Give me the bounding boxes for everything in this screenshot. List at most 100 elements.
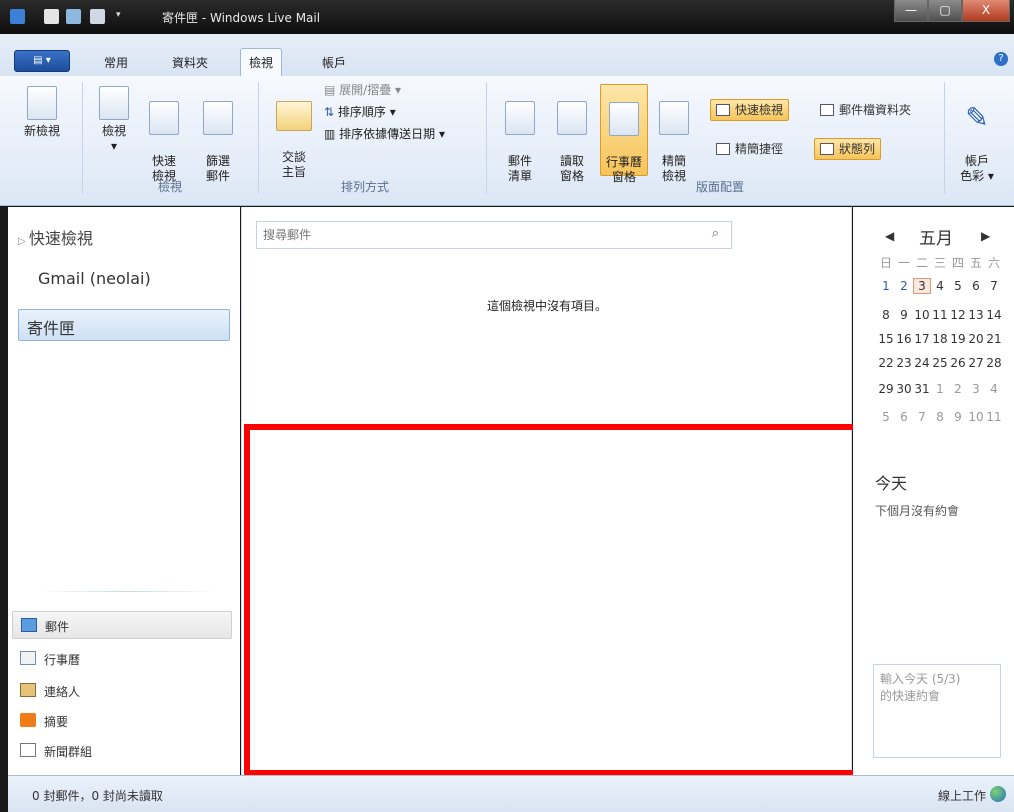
next-month-icon[interactable]: ▶	[981, 229, 990, 243]
ribbon-separator	[486, 82, 487, 194]
calendar-day[interactable]: 16	[895, 332, 913, 346]
calendar-day[interactable]: 21	[985, 332, 1003, 346]
calendar-week: 5 6 7 8 9 10 11	[877, 410, 1003, 424]
calendar-day[interactable]: 26	[949, 356, 967, 370]
status-bar: 0 封郵件，0 封尚未讀取 線上工作	[8, 775, 1014, 812]
calendar-day[interactable]: 23	[895, 356, 913, 370]
calendar-day-next-month[interactable]: 3	[967, 382, 985, 396]
calendar-day-next-month[interactable]: 2	[949, 382, 967, 396]
calendar-day[interactable]: 7	[985, 279, 1003, 293]
calendar-day[interactable]: 19	[949, 332, 967, 346]
calendar-day[interactable]: 8	[877, 308, 895, 322]
tab-home[interactable]: 常用	[96, 52, 136, 74]
calendar-day[interactable]: 1	[877, 279, 895, 293]
maximize-button[interactable]: ▢	[928, 0, 962, 22]
expand-collapse-button[interactable]: ▤ 展開/摺疊 ▾	[324, 82, 401, 98]
storage-folder-toggle[interactable]: 郵件檔資料夾	[814, 99, 917, 121]
calendar-day[interactable]: 17	[913, 332, 931, 346]
app-icon[interactable]	[10, 9, 25, 24]
conversations-button[interactable]: 交談 主旨	[268, 86, 320, 180]
quick-appointment-input[interactable]: 輸入今天 (5/3) 的快速約會	[873, 664, 1001, 758]
calendar-day-next-month[interactable]: 4	[985, 382, 1003, 396]
help-icon[interactable]: ?	[994, 52, 1008, 66]
calendar-day[interactable]: 4	[931, 279, 949, 293]
quick-views-toggle[interactable]: 快速檢視	[710, 99, 790, 121]
sort-by-button[interactable]: ▥ 排序依據傳送日期 ▾	[324, 126, 445, 142]
quick-view-button[interactable]: 快速 檢視	[146, 86, 182, 184]
view-icon	[99, 86, 129, 120]
calendar-day[interactable]: 27	[967, 356, 985, 370]
calendar-day[interactable]: 10	[913, 308, 931, 322]
calendar-day[interactable]: 11	[931, 308, 949, 322]
calendar-day-next-month[interactable]: 8	[931, 410, 949, 424]
calendar-day[interactable]: 12	[949, 308, 967, 322]
search-box[interactable]: ⌕	[256, 221, 732, 249]
calendar-day-next-month[interactable]: 7	[913, 410, 931, 424]
rss-icon	[20, 713, 36, 727]
online-status[interactable]: 線上工作	[938, 787, 986, 804]
search-icon[interactable]: ⌕	[712, 226, 719, 241]
prev-month-icon[interactable]: ◀	[885, 229, 894, 243]
no-appointments-text: 下個月沒有約會	[875, 504, 960, 518]
close-button[interactable]: X	[962, 0, 1010, 22]
calendar-day-next-month[interactable]: 6	[895, 410, 913, 424]
nav-mail[interactable]: 郵件	[12, 611, 232, 639]
sync-quick-icon[interactable]	[90, 9, 105, 24]
reading-pane-button[interactable]: 讀取 窗格	[550, 86, 594, 184]
calendar-day[interactable]: 30	[895, 382, 913, 396]
calendar-day[interactable]: 24	[913, 356, 931, 370]
calendar-day-next-month[interactable]: 9	[949, 410, 967, 424]
account-header[interactable]: Gmail (neolai)	[38, 269, 151, 288]
sort-order-button[interactable]: ⇅ 排序順序 ▾	[324, 104, 396, 120]
calendar-day[interactable]: 31	[913, 382, 931, 396]
tab-accounts[interactable]: 帳戶	[314, 52, 354, 74]
globe-icon[interactable]	[990, 786, 1006, 802]
calendar-day[interactable]: 14	[985, 308, 1003, 322]
storage-folder-toggle-icon	[820, 104, 834, 116]
filter-mail-button[interactable]: 篩選 郵件	[196, 86, 240, 184]
account-color-button[interactable]: ✎ 帳戶 色彩 ▾	[952, 86, 1002, 184]
search-input[interactable]	[263, 226, 683, 244]
calendar-day[interactable]: 18	[931, 332, 949, 346]
calendar-day[interactable]: 25	[931, 356, 949, 370]
window-title: 寄件匣 - Windows Live Mail	[162, 11, 321, 25]
calendar-day[interactable]: 6	[967, 279, 985, 293]
calendar-day[interactable]: 15	[877, 332, 895, 346]
calendar-day-next-month[interactable]: 10	[967, 410, 985, 424]
message-list-icon	[505, 101, 535, 135]
calendar-pane-button[interactable]: 行事曆 窗格	[600, 84, 648, 184]
compact-shortcuts-toggle-icon	[716, 143, 730, 155]
quick-views-header[interactable]: ▷ 快速檢視	[18, 225, 93, 249]
view-button[interactable]: 檢視 ▾	[96, 86, 132, 154]
reply-quick-icon[interactable]	[66, 9, 81, 24]
calendar-day-next-month[interactable]: 11	[985, 410, 1003, 424]
quick-access-dropdown-icon[interactable]: ▾	[116, 10, 121, 20]
calendar-day[interactable]: 13	[967, 308, 985, 322]
compact-view-button[interactable]: 精簡 檢視	[654, 86, 694, 184]
quick-views-toggle-icon	[716, 104, 730, 116]
calendar-day[interactable]: 9	[895, 308, 913, 322]
title-bar: ▾ 寄件匣 - Windows Live Mail — ▢ X	[0, 0, 1014, 34]
message-list-button[interactable]: 郵件 清單	[498, 86, 542, 184]
tab-folders[interactable]: 資料夾	[164, 52, 216, 74]
folder-outbox[interactable]: 寄件匣	[18, 309, 230, 341]
calendar-day[interactable]: 29	[877, 382, 895, 396]
calendar-day[interactable]: 5	[949, 279, 967, 293]
status-bar-toggle[interactable]: 狀態列	[814, 138, 882, 160]
compact-shortcuts-toggle[interactable]: 精簡捷徑	[710, 138, 789, 160]
calendar-day[interactable]: 20	[967, 332, 985, 346]
calendar-day-today[interactable]: 3	[913, 278, 931, 294]
calendar-day[interactable]: 22	[877, 356, 895, 370]
calendar-day-next-month[interactable]: 1	[931, 382, 949, 396]
new-view-icon	[27, 86, 57, 120]
mail-count-status: 0 封郵件，0 封尚未讀取	[32, 789, 163, 803]
calendar-day[interactable]: 28	[985, 356, 1003, 370]
new-view-button[interactable]: 新檢視	[20, 86, 64, 139]
minimize-button[interactable]: —	[894, 0, 928, 22]
tab-view[interactable]: 檢視	[240, 48, 283, 76]
calendar-day-next-month[interactable]: 5	[877, 410, 895, 424]
newsgroup-icon	[20, 743, 36, 757]
app-menu-button[interactable]: ▤ ▾	[14, 50, 70, 72]
new-mail-quick-icon[interactable]	[44, 9, 59, 24]
calendar-day[interactable]: 2	[895, 279, 913, 293]
